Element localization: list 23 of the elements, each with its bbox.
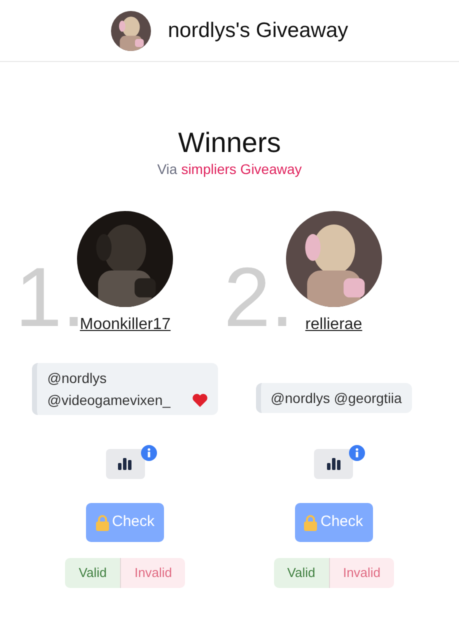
username-link[interactable]: Moonkiller17: [80, 313, 171, 337]
page-title: nordlys's Giveaway: [168, 18, 348, 44]
valid-button[interactable]: Valid: [274, 558, 330, 588]
comment-text: @nordlys @georgtiia: [270, 389, 402, 408]
username-link[interactable]: rellierae: [305, 313, 362, 337]
winners-heading: Winners: [178, 126, 281, 160]
comment-text: @nordlys @videogamevixen_: [47, 369, 172, 410]
via-text: Via: [157, 160, 178, 178]
info-icon: [140, 445, 157, 461]
lock-icon: [96, 514, 109, 530]
stats-button[interactable]: [314, 449, 354, 479]
invalid-button[interactable]: Invalid: [330, 558, 394, 588]
invalid-button[interactable]: Invalid: [121, 558, 186, 588]
check-button[interactable]: Check: [294, 503, 373, 542]
check-button[interactable]: Check: [86, 503, 164, 542]
source-link[interactable]: simpliers Giveaway: [181, 160, 302, 178]
lock-icon: [304, 514, 318, 530]
info-icon: [349, 445, 366, 461]
bar-chart-icon: [326, 458, 341, 470]
valid-button[interactable]: Valid: [65, 558, 122, 588]
stats-button[interactable]: [106, 449, 145, 479]
bar-chart-icon: [118, 458, 132, 470]
heart-icon: [192, 393, 208, 407]
